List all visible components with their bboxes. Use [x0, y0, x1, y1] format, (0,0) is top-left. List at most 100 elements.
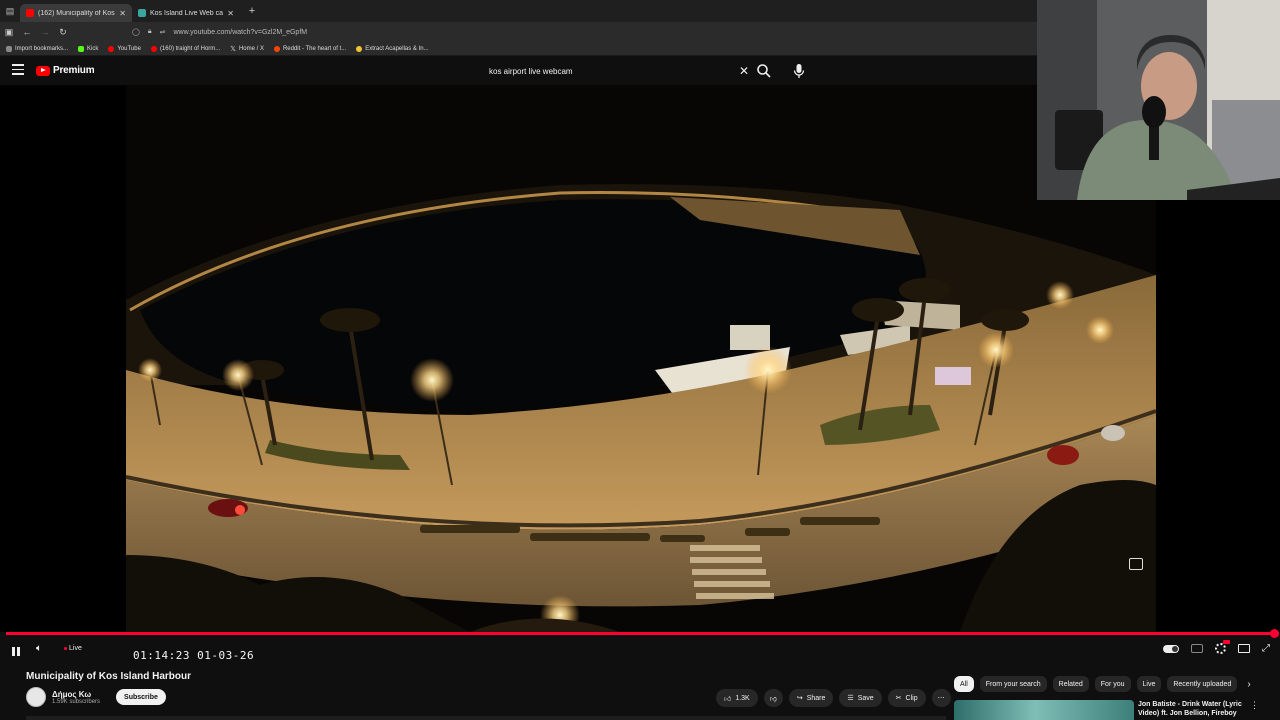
clip-button[interactable]: ✂ Clip	[887, 689, 926, 707]
chip-for-you[interactable]: For you	[1094, 676, 1131, 692]
settings-gear-icon[interactable]	[1215, 640, 1230, 654]
tab-title: Kos Island Live Web camera | K	[150, 9, 224, 17]
new-tab-icon[interactable]: +	[244, 5, 260, 17]
menu-icon[interactable]	[12, 64, 24, 76]
sidebar-toggle-icon[interactable]: ▣	[0, 27, 18, 38]
tab-active[interactable]: (162) Municipality of Kos Island ✕	[20, 4, 132, 22]
video-title: Municipality of Kos Island Harbour	[26, 671, 192, 682]
tab-inactive[interactable]: Kos Island Live Web camera | K ✕	[132, 4, 240, 22]
recommended-thumbnail[interactable]	[954, 700, 1134, 720]
scrubber-handle[interactable]	[1270, 629, 1279, 638]
back-icon[interactable]: ←	[18, 27, 36, 37]
video-timestamp-overlay: 01:14:23 01-03-26	[133, 649, 255, 662]
bookmark-label: Home / X	[238, 45, 264, 52]
share-button[interactable]: ↪ Share	[788, 689, 834, 707]
subscribe-button[interactable]: Subscribe	[116, 689, 166, 705]
description-box-edge	[26, 716, 946, 720]
clear-search-icon[interactable]: ✕	[736, 64, 752, 78]
dislike-button[interactable]: 👎︎	[763, 689, 783, 707]
bookmark-item[interactable]: Reddit - The heart of t...	[273, 45, 347, 52]
smiley-icon	[356, 45, 363, 52]
search-query[interactable]: kos airport live webcam	[482, 67, 736, 76]
live-dot-icon	[64, 647, 67, 650]
webcam-overlay	[1037, 0, 1280, 200]
bookmark-item[interactable]: 𝕏 Home / X	[230, 45, 264, 53]
url-field[interactable]: ◯ 🔒︎ ⇌ www.youtube.com/watch?v=Gzl2M_eGp…	[132, 28, 307, 36]
reddit-icon	[273, 45, 280, 52]
import-icon	[6, 45, 12, 52]
miniplayer-icon[interactable]	[1129, 558, 1143, 570]
volume-icon[interactable]: 🔈︎	[36, 643, 42, 654]
bookmark-item[interactable]: YouTube	[108, 45, 141, 52]
bookmark-label: Kick	[87, 45, 99, 52]
url-text[interactable]: www.youtube.com/watch?v=Gzl2M_eGpfM	[173, 29, 307, 36]
more-vertical-icon[interactable]: ⋮	[1250, 700, 1259, 720]
microphone-icon[interactable]	[792, 63, 806, 79]
recommended-title[interactable]: Jon Batiste - Drink Water (Lyric Video) …	[1134, 700, 1244, 720]
shield-icon[interactable]: ◯	[132, 28, 140, 36]
fullscreen-icon[interactable]: ⤢	[1262, 643, 1270, 654]
channel-name[interactable]: Δήμος Κω	[52, 690, 100, 699]
related-filter-chips: All From your search Related For you Liv…	[954, 676, 1251, 692]
reload-icon[interactable]: ↻	[54, 27, 72, 38]
scissors-icon: ✂	[895, 695, 902, 702]
more-horizontal-icon: ⋯	[937, 695, 945, 702]
like-button[interactable]: 👍︎ 1.3K	[716, 689, 758, 707]
close-tab-icon[interactable]: ✕	[227, 9, 234, 18]
address-bar: ▣ ← → ↻ ◯ 🔒︎ ⇌ www.youtube.com/watch?v=G…	[0, 22, 1040, 42]
site-favicon-icon	[138, 9, 146, 17]
bookmark-label: Import bookmarks...	[15, 45, 69, 52]
chevron-right-icon[interactable]: ›	[1247, 679, 1250, 690]
chip-live[interactable]: Live	[1136, 676, 1162, 692]
bookmark-item[interactable]: Kick	[78, 45, 99, 52]
bookmark-item[interactable]: Import bookmarks...	[6, 45, 69, 52]
recommended-video[interactable]: Jon Batiste - Drink Water (Lyric Video) …	[954, 700, 1280, 720]
bookmark-label: Reddit - The heart of t...	[282, 45, 347, 52]
close-tab-icon[interactable]: ✕	[119, 9, 126, 18]
chip-recently-uploaded[interactable]: Recently uploaded	[1167, 676, 1238, 692]
clip-label: Clip	[905, 694, 918, 702]
page: ▤ (162) Municipality of Kos Island ✕ Kos…	[0, 0, 1280, 720]
bookmark-item[interactable]: (160) traight of Horm...	[150, 45, 221, 52]
channel-avatar[interactable]	[26, 687, 46, 707]
thumbs-up-icon: 👍︎	[724, 695, 732, 703]
search-input[interactable]: kos airport live webcam ✕	[482, 60, 752, 82]
progress-bar[interactable]	[6, 632, 1274, 635]
live-label: Live	[69, 645, 82, 652]
bookmark-label: Extract Acapellas & In...	[365, 45, 429, 52]
site-settings-icon[interactable]: ⇌	[160, 28, 166, 36]
subtitles-icon[interactable]	[1191, 644, 1203, 653]
tab-menu-icon[interactable]: ▤	[0, 0, 20, 22]
subscriber-count: 1.59K subscribers	[52, 698, 101, 705]
forward-icon[interactable]: →	[36, 27, 54, 37]
chip-from-your-search[interactable]: From your search	[979, 676, 1047, 692]
youtube-logo-icon	[36, 65, 50, 76]
logo-text: Premium	[53, 65, 95, 76]
youtube-premium-logo[interactable]: Premium	[36, 65, 95, 76]
channel-meta: Δήμος Κω 1.59K subscribers	[52, 690, 100, 705]
live-indicator[interactable]: Live	[64, 645, 82, 652]
autoplay-toggle[interactable]	[1163, 644, 1179, 653]
youtube-icon	[150, 45, 157, 52]
bookmark-item[interactable]: Extract Acapellas & In...	[356, 45, 429, 52]
kick-icon	[78, 45, 85, 52]
bookmark-label: YouTube	[117, 45, 141, 52]
save-label: Save	[857, 694, 874, 702]
video-actions: 👍︎ 1.3K 👎︎ ↪ Share ☰ Save ✂ Clip ⋯	[716, 689, 951, 707]
save-button[interactable]: ☰ Save	[839, 689, 882, 707]
youtube-favicon-icon	[26, 9, 34, 17]
chip-all[interactable]: All	[954, 676, 974, 692]
lock-icon[interactable]: 🔒︎	[148, 28, 152, 36]
youtube-header: Premium kos airport live webcam ✕	[0, 57, 1040, 85]
more-actions-button[interactable]: ⋯	[931, 689, 951, 707]
like-count: 1.3K	[735, 694, 750, 702]
bookmark-label: (160) traight of Horm...	[159, 45, 221, 52]
streamer-webcam-image	[1037, 0, 1280, 200]
chip-related[interactable]: Related	[1052, 676, 1089, 692]
search-icon[interactable]	[756, 63, 772, 79]
share-label: Share	[806, 694, 826, 702]
tab-title: (162) Municipality of Kos Island	[38, 9, 115, 17]
pause-icon[interactable]	[12, 643, 22, 656]
youtube-icon	[108, 45, 115, 52]
theater-mode-icon[interactable]	[1238, 644, 1250, 653]
